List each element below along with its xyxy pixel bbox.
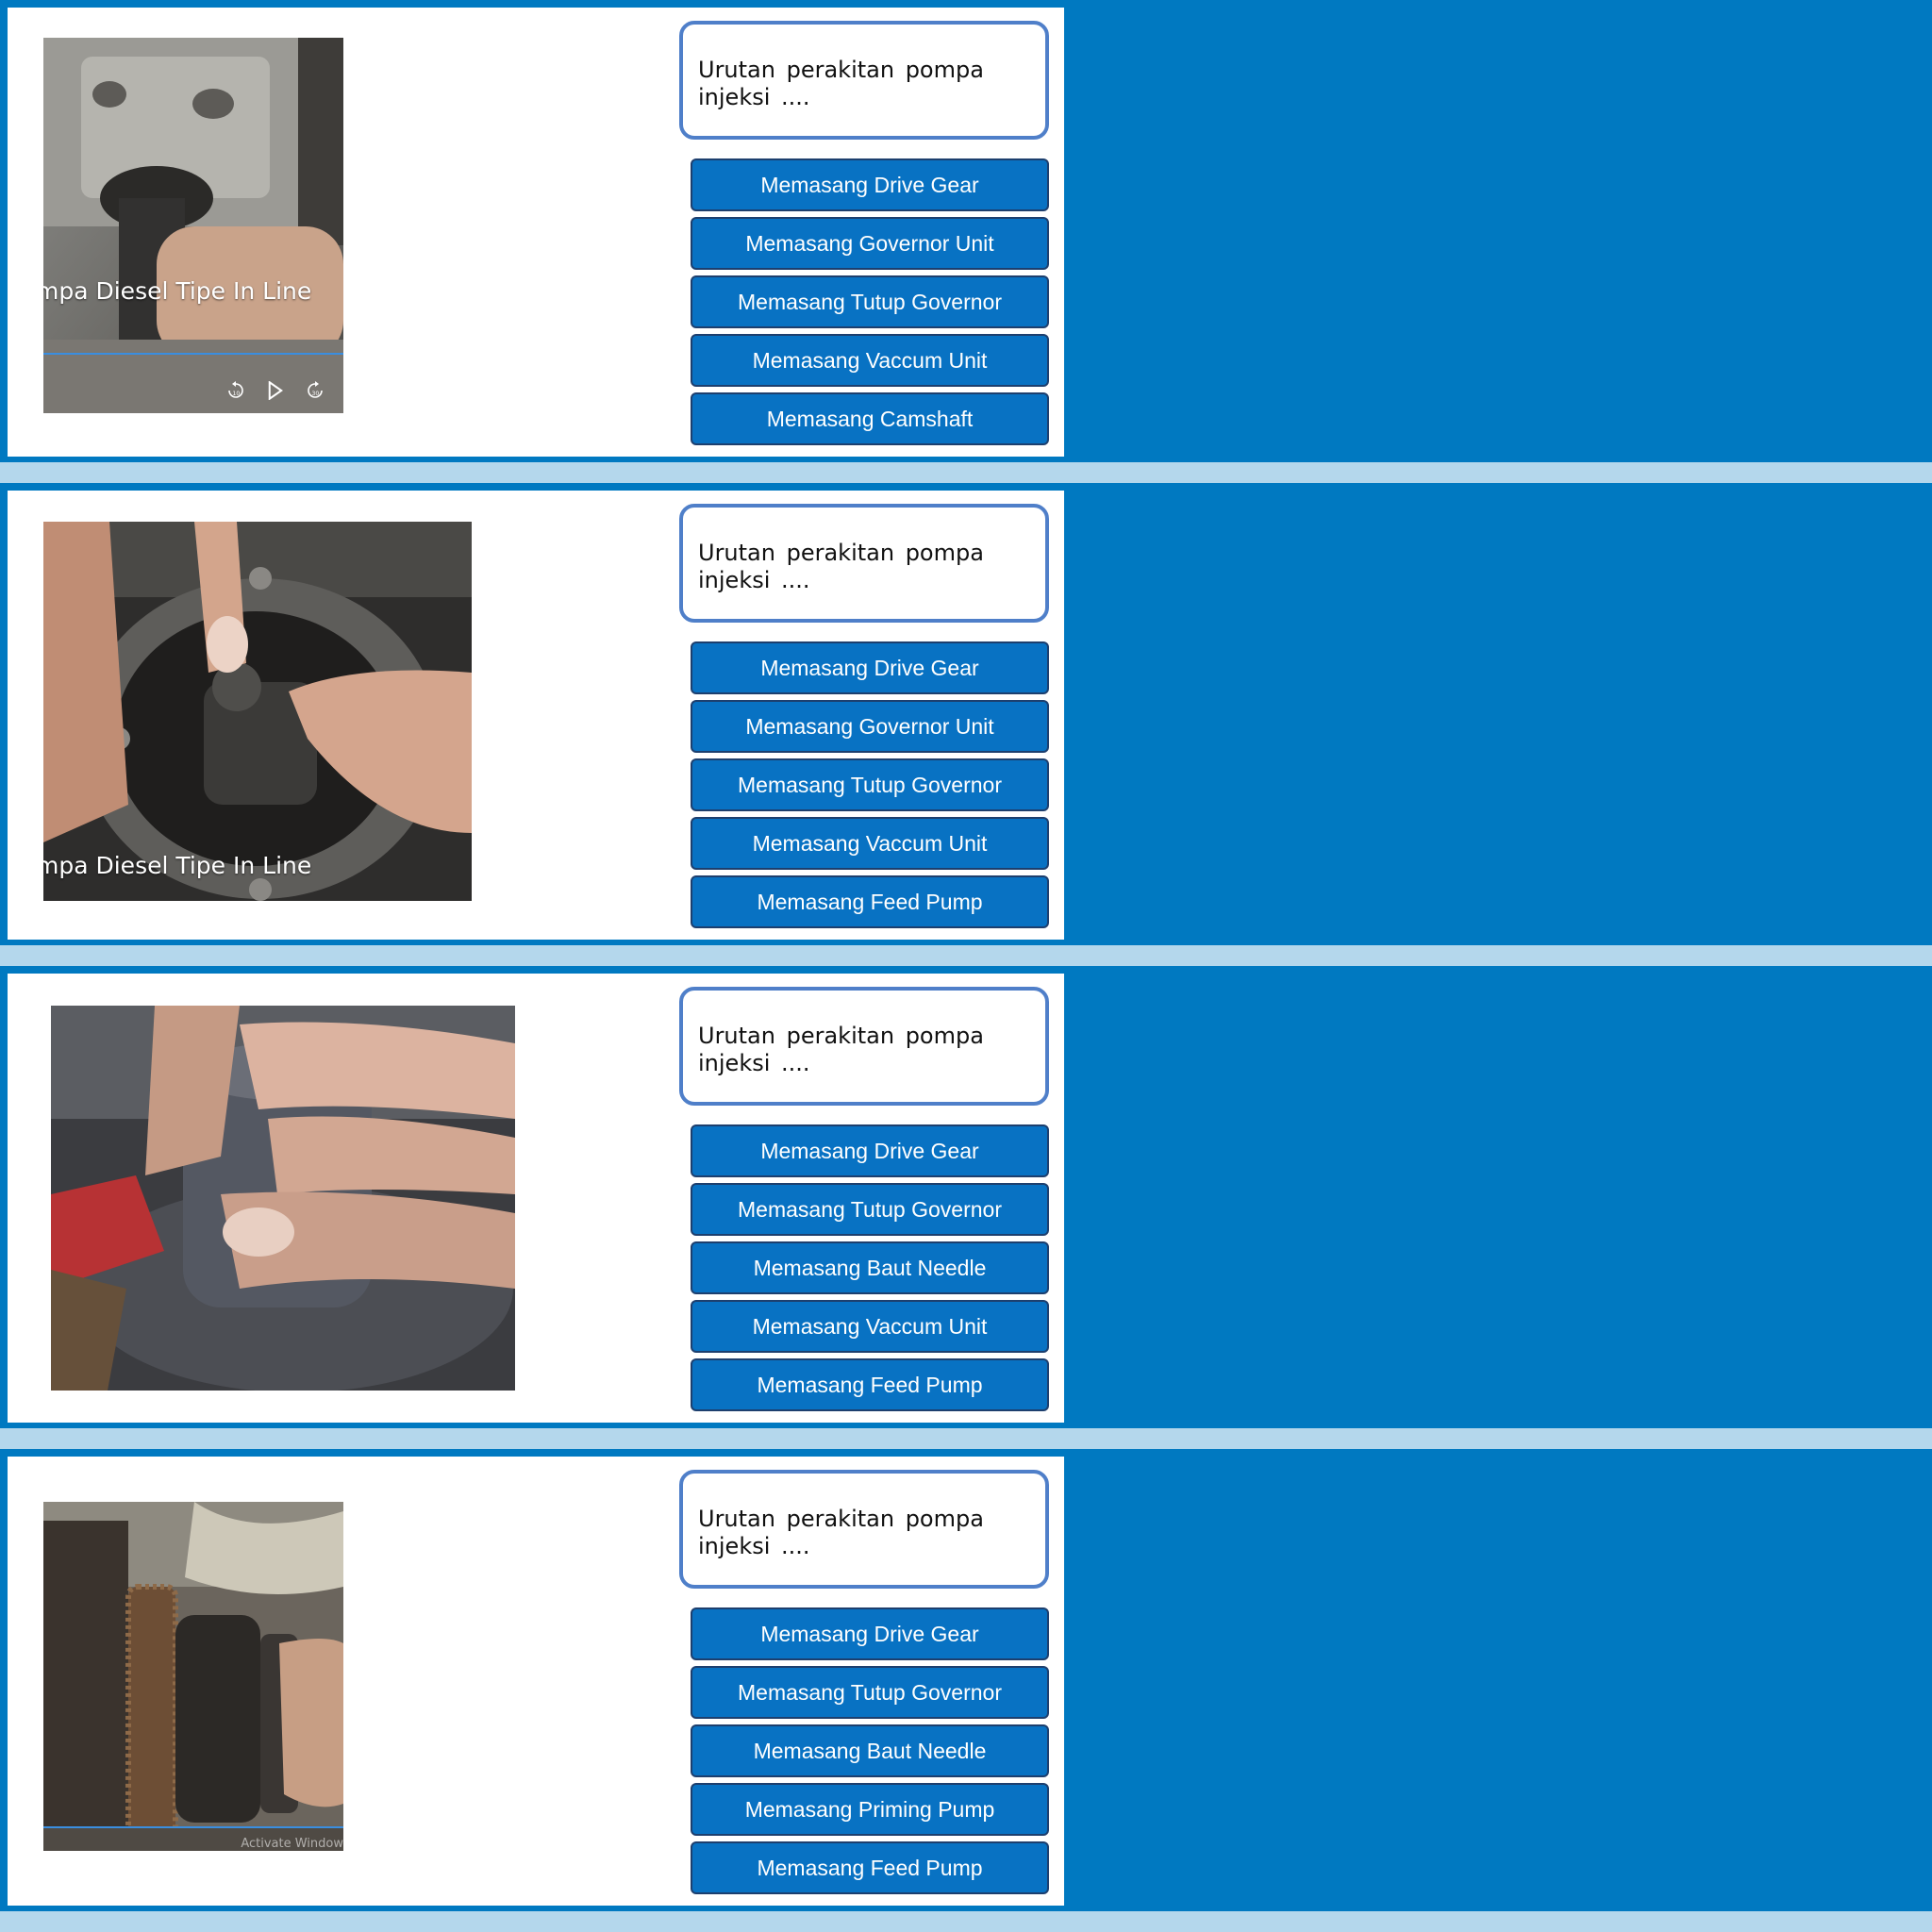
- answer-button[interactable]: Memasang Priming Pump: [691, 1783, 1049, 1836]
- slide-separator: [0, 1428, 1932, 1449]
- quiz-slide-3: Urutan perakitan pompa injeksi .... Mema…: [8, 974, 1064, 1423]
- answer-button[interactable]: Memasang Feed Pump: [691, 1841, 1049, 1894]
- video-progress-bar[interactable]: [43, 1826, 343, 1828]
- quiz-slide-4: Activate Window Urutan perakitan pompa i…: [8, 1457, 1064, 1906]
- answer-button[interactable]: Memasang Vaccum Unit: [691, 817, 1049, 870]
- activate-windows-watermark: Activate Window: [241, 1837, 343, 1851]
- video-frame-image: [43, 522, 472, 901]
- answer-button[interactable]: Memasang Drive Gear: [691, 1607, 1049, 1660]
- video-frame-image: [43, 38, 343, 413]
- answer-button[interactable]: Memasang Drive Gear: [691, 158, 1049, 211]
- answer-button[interactable]: Memasang Tutup Governor: [691, 758, 1049, 811]
- answer-button[interactable]: Memasang Tutup Governor: [691, 275, 1049, 328]
- answer-button[interactable]: Memasang Drive Gear: [691, 1124, 1049, 1177]
- question-box: Urutan perakitan pompa injeksi ....: [679, 1470, 1049, 1589]
- video-player-4[interactable]: Activate Window: [43, 1502, 343, 1851]
- video-controls: 10 30: [226, 381, 325, 400]
- answer-button[interactable]: Memasang Drive Gear: [691, 641, 1049, 694]
- answer-button[interactable]: Memasang Feed Pump: [691, 875, 1049, 928]
- video-player-3[interactable]: [51, 1006, 515, 1391]
- rewind-icon[interactable]: 10: [226, 381, 245, 400]
- question-box: Urutan perakitan pompa injeksi ....: [679, 21, 1049, 140]
- play-icon[interactable]: [266, 381, 285, 400]
- answer-button[interactable]: Memasang Tutup Governor: [691, 1666, 1049, 1719]
- slide-separator: [0, 945, 1932, 966]
- answer-button[interactable]: Memasang Feed Pump: [691, 1358, 1049, 1411]
- answer-button[interactable]: Memasang Tutup Governor: [691, 1183, 1049, 1236]
- answer-button[interactable]: Memasang Vaccum Unit: [691, 334, 1049, 387]
- slide-separator: [0, 462, 1932, 483]
- answer-button[interactable]: Memasang Governor Unit: [691, 700, 1049, 753]
- answer-button[interactable]: Memasang Baut Needle: [691, 1724, 1049, 1777]
- quiz-slide-1: mpa Diesel Tipe In Line 10 30 Urutan per…: [8, 8, 1064, 457]
- slide-separator: [0, 1911, 1932, 1932]
- video-caption: mpa Diesel Tipe In Line: [43, 852, 312, 879]
- question-box: Urutan perakitan pompa injeksi ....: [679, 987, 1049, 1106]
- question-box: Urutan perakitan pompa injeksi ....: [679, 504, 1049, 623]
- video-progress-bar[interactable]: [43, 353, 343, 355]
- answer-button[interactable]: Memasang Governor Unit: [691, 217, 1049, 270]
- quiz-slide-2: mpa Diesel Tipe In Line Urutan perakitan…: [8, 491, 1064, 940]
- forward-seconds: 30: [312, 391, 320, 397]
- video-player-2[interactable]: mpa Diesel Tipe In Line: [43, 522, 472, 901]
- video-player-1[interactable]: mpa Diesel Tipe In Line 10 30: [43, 38, 343, 413]
- rewind-seconds: 10: [233, 391, 241, 397]
- video-frame-image: [43, 1502, 343, 1851]
- video-caption: mpa Diesel Tipe In Line: [43, 277, 312, 305]
- forward-icon[interactable]: 30: [306, 381, 325, 400]
- answer-button[interactable]: Memasang Vaccum Unit: [691, 1300, 1049, 1353]
- answer-button[interactable]: Memasang Baut Needle: [691, 1241, 1049, 1294]
- video-frame-image: [51, 1006, 515, 1391]
- answer-button[interactable]: Memasang Camshaft: [691, 392, 1049, 445]
